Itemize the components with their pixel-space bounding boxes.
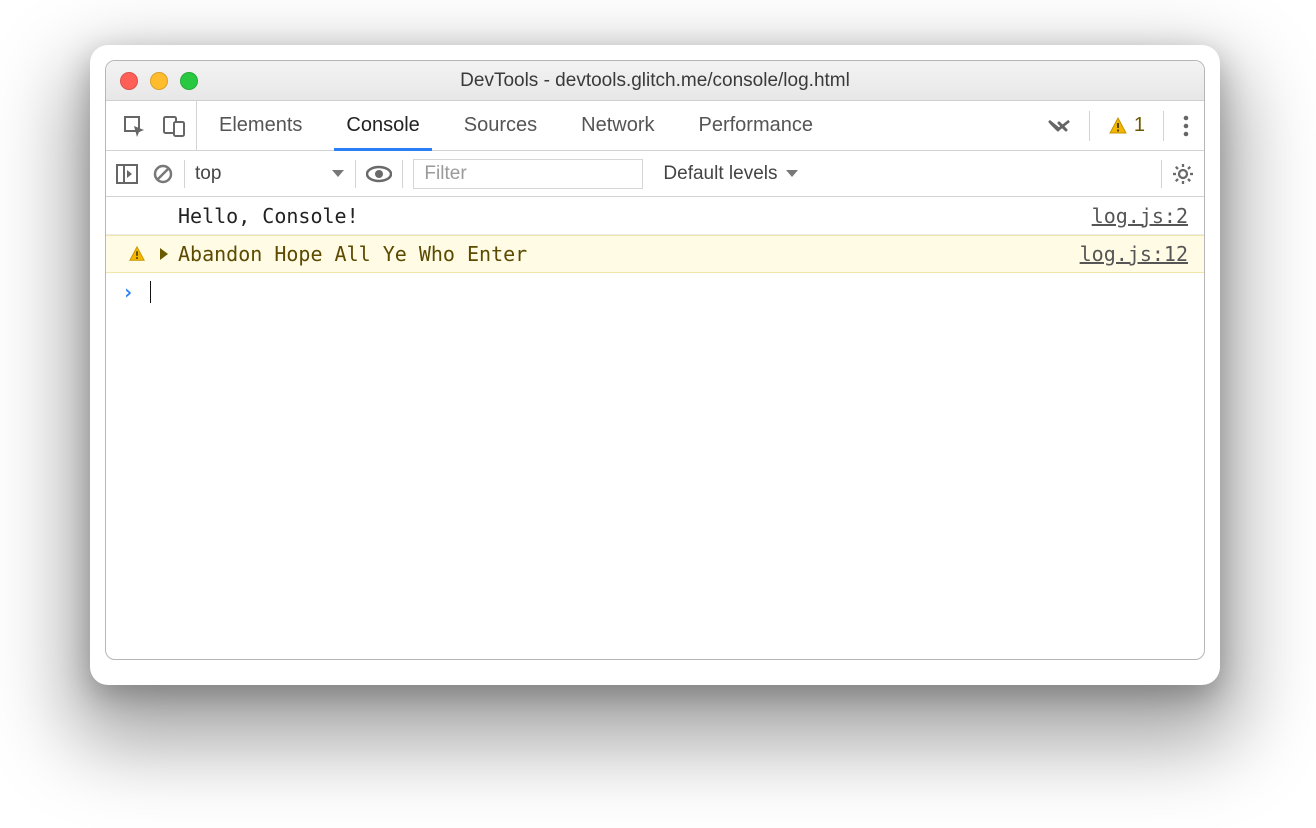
- context-label: top: [195, 163, 221, 185]
- clear-console-icon[interactable]: [152, 163, 174, 185]
- live-expression-icon[interactable]: [366, 165, 392, 183]
- inspect-tools: [106, 101, 197, 150]
- console-message: Abandon Hope All Ye Who Enter: [174, 242, 1080, 266]
- warning-icon: [128, 245, 146, 263]
- tab-elements[interactable]: Elements: [197, 101, 324, 150]
- warning-count: 1: [1134, 114, 1145, 137]
- console-message: Hello, Console!: [174, 204, 1092, 228]
- log-levels-selector[interactable]: Default levels: [653, 163, 809, 185]
- tab-sources[interactable]: Sources: [442, 101, 559, 150]
- input-caret: [150, 281, 151, 303]
- console-source-link[interactable]: log.js:2: [1092, 204, 1194, 228]
- inspect-element-icon[interactable]: [122, 114, 146, 138]
- console-row-log: Hello, Console! log.js:2: [106, 197, 1204, 235]
- panel-tabs: Elements Console Sources Network Perform…: [106, 101, 1204, 151]
- filter-input[interactable]: [413, 159, 643, 189]
- warning-icon: [1108, 116, 1128, 136]
- tabs-right-controls: 1: [1047, 101, 1204, 150]
- tab-label: Network: [581, 114, 654, 137]
- tab-performance[interactable]: Performance: [677, 101, 836, 150]
- toggle-sidebar-icon[interactable]: [116, 164, 138, 184]
- tab-console[interactable]: Console: [324, 101, 441, 150]
- zoom-window-button[interactable]: [180, 72, 198, 90]
- devtools-window: DevTools - devtools.glitch.me/console/lo…: [105, 60, 1205, 660]
- close-window-button[interactable]: [120, 72, 138, 90]
- window-title: DevTools - devtools.glitch.me/console/lo…: [106, 70, 1204, 92]
- titlebar: DevTools - devtools.glitch.me/console/lo…: [106, 61, 1204, 101]
- chevron-down-icon: [331, 169, 345, 179]
- tab-label: Performance: [699, 114, 814, 137]
- tab-label: Sources: [464, 114, 537, 137]
- traffic-lights: [120, 61, 198, 100]
- console-prompt[interactable]: ›: [106, 273, 1204, 311]
- chevron-down-icon: [785, 169, 799, 179]
- kebab-menu-icon[interactable]: [1182, 114, 1190, 138]
- more-tabs-icon[interactable]: [1047, 119, 1071, 133]
- context-selector[interactable]: top: [185, 151, 355, 196]
- tab-label: Console: [346, 114, 419, 137]
- minimize-window-button[interactable]: [150, 72, 168, 90]
- console-settings-icon[interactable]: [1172, 163, 1194, 185]
- tab-label: Elements: [219, 114, 302, 137]
- levels-label: Default levels: [663, 163, 777, 185]
- console-toolbar: top Default levels: [106, 151, 1204, 197]
- prompt-chevron-icon: ›: [120, 280, 144, 304]
- console-output: Hello, Console! log.js:2 Abandon Hope Al…: [106, 197, 1204, 659]
- expand-arrow-icon[interactable]: [154, 248, 174, 260]
- tab-network[interactable]: Network: [559, 101, 676, 150]
- device-toolbar-icon[interactable]: [162, 114, 186, 138]
- warnings-summary[interactable]: 1: [1108, 114, 1145, 137]
- console-source-link[interactable]: log.js:12: [1080, 242, 1194, 266]
- console-row-warning: Abandon Hope All Ye Who Enter log.js:12: [106, 235, 1204, 273]
